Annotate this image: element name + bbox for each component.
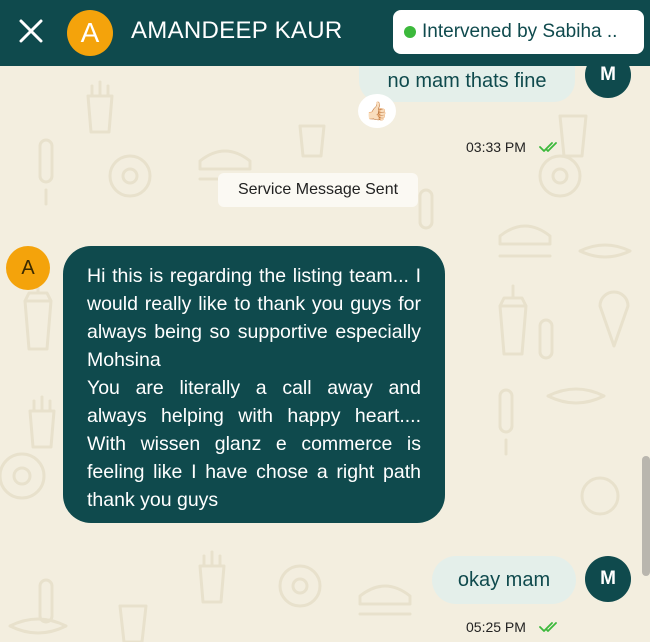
- message-text: okay mam: [457, 568, 551, 591]
- close-button[interactable]: [18, 18, 44, 44]
- thumbs-up-icon: 👍🏻: [365, 100, 389, 121]
- thumbs-up-reaction[interactable]: 👍🏻: [358, 94, 396, 128]
- message-meta: 05:25 PM: [466, 619, 561, 635]
- outgoing-message[interactable]: okay mam: [432, 556, 576, 604]
- contact-avatar[interactable]: A: [67, 10, 113, 56]
- chat-area[interactable]: no mam thats fine M 👍🏻 03:33 PM Service …: [0, 66, 650, 642]
- message-time: 05:25 PM: [466, 619, 526, 635]
- contact-name[interactable]: AMANDEEP KAUR: [131, 17, 343, 45]
- double-check-icon: [539, 622, 557, 632]
- message-paragraph: You are literally a call away and always…: [87, 377, 421, 511]
- scrollbar[interactable]: [642, 456, 650, 576]
- message-meta: 03:33 PM: [466, 139, 561, 155]
- status-badge-label: Intervened by Sabiha ..: [422, 21, 618, 42]
- system-message-text: Service Message Sent: [237, 181, 399, 198]
- message-paragraph: Hi this is regarding the listing team...…: [87, 265, 421, 371]
- message-text: no mam thats fine: [387, 69, 547, 92]
- close-icon: [19, 19, 43, 43]
- avatar: A: [6, 246, 50, 290]
- avatar: M: [585, 556, 631, 602]
- outgoing-message[interactable]: no mam thats fine: [359, 66, 575, 102]
- double-check-icon: [539, 142, 557, 152]
- system-message: Service Message Sent: [218, 173, 418, 207]
- message-time: 03:33 PM: [466, 139, 526, 155]
- status-badge[interactable]: Intervened by Sabiha ..: [393, 10, 644, 54]
- incoming-message[interactable]: Hi this is regarding the listing team...…: [63, 246, 445, 523]
- chat-header: A AMANDEEP KAUR Intervened by Sabiha ..: [0, 0, 650, 66]
- status-dot-icon: [404, 26, 416, 38]
